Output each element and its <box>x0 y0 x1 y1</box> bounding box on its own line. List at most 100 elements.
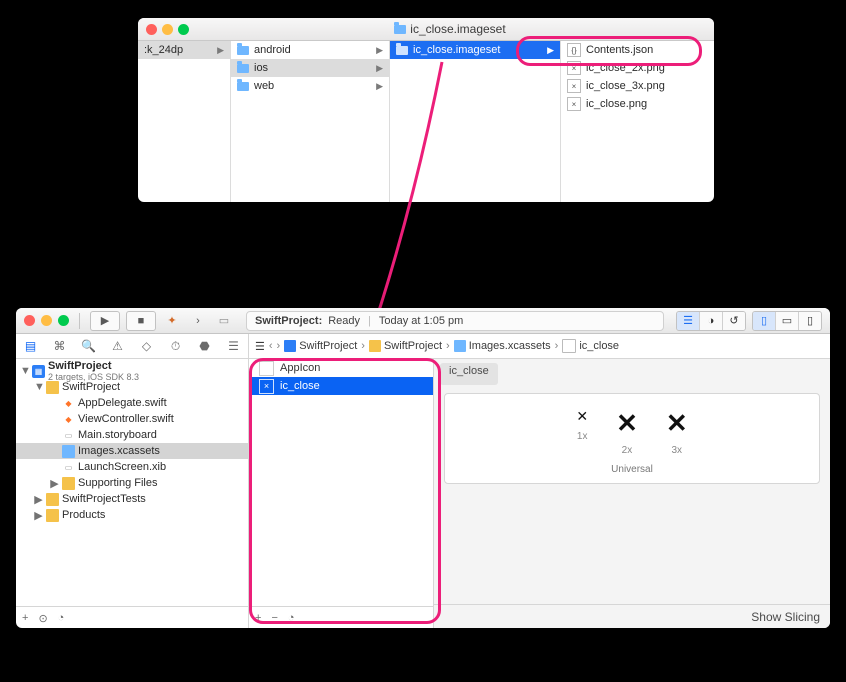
report-navigator-icon[interactable]: ☰ <box>223 339 245 353</box>
navigator-footer: + ⊙ ◔ <box>16 606 248 628</box>
tree-row[interactable]: ▶SwiftProjectTests <box>16 491 248 507</box>
crumb-label: Images.xcassets <box>469 340 551 352</box>
window-title: ic_close.imageset <box>194 22 706 36</box>
zoom-traffic-light[interactable] <box>178 24 189 35</box>
imageset-icon <box>562 339 576 353</box>
jump-crumb[interactable]: SwiftProject <box>284 340 357 352</box>
item-label: ic_close_3x.png <box>586 80 665 92</box>
xcode-toolbar: ▶ ■ ✦ › ▭ SwiftProject: Ready | Today at… <box>16 308 830 334</box>
stop-button[interactable]: ■ <box>126 311 156 331</box>
finder-item[interactable]: × ic_close_3x.png <box>561 77 714 95</box>
jump-crumb[interactable]: Images.xcassets <box>454 340 551 352</box>
tree-row[interactable]: ▭LaunchScreen.xib <box>16 459 248 475</box>
item-label: ic_close.png <box>586 98 647 110</box>
navigator-pane: ▤ ⌘ 🔍 ⚠ ◇ ⏱ ⬣ ☰ ▼▦SwiftProject2 targets,… <box>16 334 249 628</box>
find-navigator-icon[interactable]: 🔍 <box>78 339 100 353</box>
filter-icon[interactable]: ⊙ <box>38 612 47 625</box>
canvas-breadcrumb[interactable]: ic_close <box>440 363 498 385</box>
image-slot-3x[interactable]: ✕3x <box>666 408 688 456</box>
storyboard-icon: ▭ <box>62 429 75 442</box>
project-icon: ▦ <box>32 365 45 378</box>
swift-file-icon: ◆ <box>62 397 75 410</box>
tree-label: Products <box>62 509 105 521</box>
show-slicing-button[interactable]: Show Slicing <box>751 610 820 624</box>
image-slot-2x[interactable]: ✕2x <box>616 408 638 456</box>
tree-row[interactable]: ▶Supporting Files <box>16 475 248 491</box>
tree-row[interactable]: ◆ViewController.swift <box>16 411 248 427</box>
image-slot-1x[interactable]: ✕1x <box>576 408 588 456</box>
tree-label: SwiftProjectTests <box>62 493 146 505</box>
imageset-card: ✕1x ✕2x ✕3x Universal <box>444 393 820 484</box>
version-editor-icon[interactable]: ↺ <box>723 312 745 330</box>
jump-crumb[interactable]: ic_close <box>562 339 619 353</box>
swift-file-icon: ◆ <box>62 413 75 426</box>
back-icon[interactable]: ‹ <box>269 340 273 352</box>
slot-label: 2x <box>622 445 633 456</box>
file-icon: × <box>567 79 581 93</box>
tree-row-selected[interactable]: Images.xcassets <box>16 443 248 459</box>
status-project: SwiftProject: <box>255 315 322 327</box>
canvas-footer: Show Slicing <box>434 604 830 628</box>
forward-icon[interactable]: › <box>277 340 281 352</box>
symbol-navigator-icon[interactable]: ⌘ <box>49 339 71 353</box>
assistant-editor-icon[interactable]: ◑ <box>700 312 723 330</box>
file-icon: × <box>567 97 581 111</box>
item-label: web <box>254 80 274 92</box>
tree-row[interactable]: ▼▦SwiftProject2 targets, iOS SDK 8.3 <box>16 363 248 379</box>
tree-row[interactable]: ◆AppDelegate.swift <box>16 395 248 411</box>
close-traffic-light[interactable] <box>146 24 157 35</box>
debug-navigator-icon[interactable]: ⏱ <box>165 339 187 354</box>
tree-label: LaunchScreen.xib <box>78 461 166 473</box>
run-button[interactable]: ▶ <box>90 311 120 331</box>
test-navigator-icon[interactable]: ◇ <box>136 339 158 353</box>
toggle-debug-icon[interactable]: ▭ <box>776 312 799 330</box>
tree-label: Images.xcassets <box>78 445 160 457</box>
navigator-tabs[interactable]: ▤ ⌘ 🔍 ⚠ ◇ ⏱ ⬣ ☰ <box>16 334 248 359</box>
jump-bar[interactable]: ☰ ‹ › SwiftProject› SwiftProject› Images… <box>249 334 830 359</box>
folder-icon <box>237 64 249 73</box>
finder-item[interactable]: × ic_close.png <box>561 95 714 113</box>
folder-icon <box>62 477 75 490</box>
panel-toggles[interactable]: ▯ ▭ ▯ <box>752 311 822 331</box>
folder-icon <box>369 340 381 352</box>
jump-crumb[interactable]: SwiftProject <box>369 340 442 352</box>
zoom-traffic-light[interactable] <box>58 315 69 326</box>
disclosure-arrow-icon: ▶ <box>217 45 224 56</box>
toggle-inspector-icon[interactable]: ▯ <box>799 312 821 330</box>
editor-mode-segmented[interactable]: ☰ ◑ ↺ <box>676 311 746 331</box>
project-tree[interactable]: ▼▦SwiftProject2 targets, iOS SDK 8.3 ▼Sw… <box>16 359 248 606</box>
toggle-navigator-icon[interactable]: ▯ <box>753 312 776 330</box>
breakpoint-navigator-icon[interactable]: ⬣ <box>194 339 216 353</box>
close-traffic-light[interactable] <box>24 315 35 326</box>
assets-icon <box>454 340 466 352</box>
finder-item[interactable]: :k_24dp ▶ <box>138 41 230 59</box>
related-items-icon[interactable]: ☰ <box>255 340 265 353</box>
tree-label: SwiftProject <box>62 381 120 393</box>
project-navigator-icon[interactable]: ▤ <box>20 339 42 353</box>
crumb-label: SwiftProject <box>384 340 442 352</box>
tree-row[interactable]: ▭Main.storyboard <box>16 427 248 443</box>
scheme-icon[interactable]: ✦ <box>162 312 182 330</box>
tree-label: ViewController.swift <box>78 413 174 425</box>
tree-row[interactable]: ▶Products <box>16 507 248 523</box>
column-0[interactable]: :k_24dp ▶ <box>138 41 231 202</box>
recent-filter-icon[interactable]: ◔ <box>58 612 65 624</box>
folder-icon <box>46 493 59 506</box>
folder-icon <box>394 25 406 34</box>
tree-label: Main.storyboard <box>78 429 157 441</box>
minimize-traffic-light[interactable] <box>162 24 173 35</box>
window-title-text: ic_close.imageset <box>410 22 505 36</box>
crumb-label: ic_close <box>579 340 619 352</box>
scheme-arrow-icon: › <box>188 312 208 330</box>
minimize-traffic-light[interactable] <box>41 315 52 326</box>
standard-editor-icon[interactable]: ☰ <box>677 312 700 330</box>
device-icon[interactable]: ▭ <box>214 312 234 330</box>
issue-navigator-icon[interactable]: ⚠ <box>107 339 129 353</box>
folder-icon <box>237 82 249 91</box>
crumb-label: SwiftProject <box>299 340 357 352</box>
folder-icon <box>46 509 59 522</box>
add-button[interactable]: + <box>22 612 28 624</box>
idiom-label: Universal <box>455 464 809 475</box>
close-icon: ✕ <box>576 408 588 425</box>
item-label: android <box>254 44 291 56</box>
